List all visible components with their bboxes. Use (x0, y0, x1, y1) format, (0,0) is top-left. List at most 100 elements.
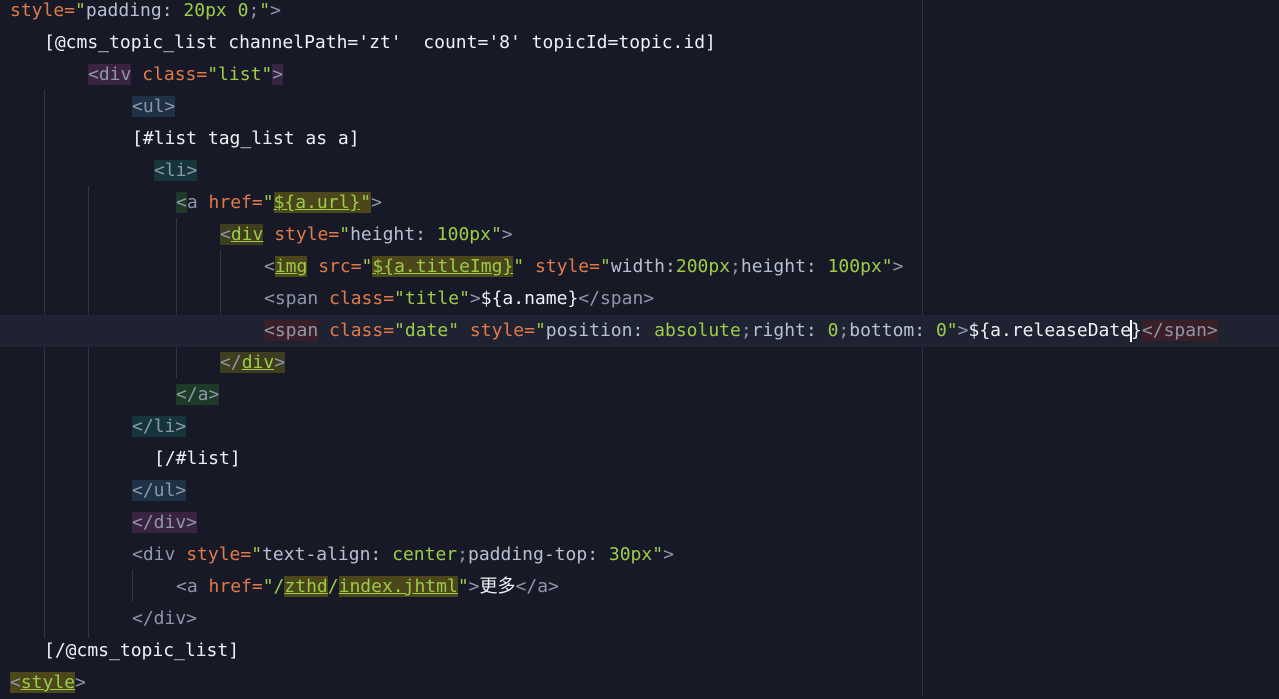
code-line-content: </ul> (132, 475, 187, 507)
code-token: ; (740, 320, 752, 341)
code-line-content: [/#list] (154, 443, 241, 475)
code-token: > (468, 576, 480, 597)
code-token: height: (350, 224, 437, 245)
code-line[interactable]: <img src="${a.titleImg}" style="width:20… (0, 251, 1279, 283)
code-token: 0 (827, 320, 839, 341)
code-token: class= (318, 288, 395, 309)
code-token: "list" (207, 64, 273, 85)
code-line[interactable]: <span class="title">${a.name}</span> (0, 283, 1279, 315)
code-line[interactable]: <ul> (0, 91, 1279, 123)
code-token: < (10, 672, 21, 693)
code-token: width: (610, 256, 676, 277)
code-line[interactable]: [/@cms_topic_list] (0, 635, 1279, 667)
code-token: <span (264, 320, 319, 341)
code-token: div (230, 224, 264, 245)
code-token: index.jhtml (338, 576, 458, 597)
code-token: } (1131, 320, 1142, 341)
code-line[interactable]: <span class="date" style="position: abso… (0, 315, 1279, 347)
code-token: <li> (154, 160, 198, 181)
code-line-content: <a href="/zthd/index.jhtml">更多</a> (176, 571, 559, 603)
code-token: " (490, 224, 502, 245)
code-line[interactable]: </div> (0, 603, 1279, 635)
code-line-content: [#list tag_list as a] (132, 123, 360, 155)
code-token: "date" (394, 320, 460, 341)
code-token: padding-top: (467, 544, 609, 565)
code-line-content: </a> (176, 379, 220, 411)
code-token: > (469, 288, 481, 309)
code-token: right: (751, 320, 828, 341)
code-line-content: <img src="${a.titleImg}" style="width:20… (264, 251, 903, 283)
code-token: " (339, 224, 351, 245)
code-token: > (270, 0, 281, 21)
code-line[interactable]: <div style="text-align: center;padding-t… (0, 539, 1279, 571)
code-token: > (371, 192, 382, 213)
code-token: 100px (436, 224, 491, 245)
code-token: "/ (262, 576, 285, 597)
code-token: img (274, 256, 308, 277)
code-line[interactable]: </div> (0, 347, 1279, 379)
code-line[interactable]: <style> (0, 667, 1279, 699)
code-line[interactable]: <div class="list"> (0, 59, 1279, 91)
code-token: " (360, 192, 372, 213)
code-token: bottom: (849, 320, 936, 341)
code-token: href= (197, 192, 263, 213)
code-token: class= (131, 64, 208, 85)
code-token: ${a.url} (273, 192, 361, 213)
code-token: [@cms_topic_list channelPath='zt' count=… (44, 32, 716, 53)
code-line-content: </div> (132, 507, 198, 539)
code-token: "title" (394, 288, 470, 309)
code-token: > (274, 352, 286, 373)
code-line[interactable]: [@cms_topic_list channelPath='zt' count=… (0, 27, 1279, 59)
code-line-content: <ul> (132, 91, 176, 123)
code-token: > (892, 256, 904, 277)
code-line-content: </div> (220, 347, 286, 379)
code-line[interactable]: </a> (0, 379, 1279, 411)
code-token: <ul> (132, 96, 176, 117)
code-token: [/#list] (154, 448, 241, 469)
code-token: > (501, 224, 513, 245)
code-token: " (652, 544, 664, 565)
code-token: ${a.name} (480, 288, 579, 309)
code-token: href= (197, 576, 263, 597)
code-line[interactable]: </div> (0, 507, 1279, 539)
code-line[interactable]: [/#list] (0, 443, 1279, 475)
code-token: style= (263, 224, 340, 245)
code-token: </a> (515, 576, 559, 597)
code-line-content: style="padding: 20px 0;"> (10, 0, 281, 27)
code-token: </a> (176, 384, 220, 405)
code-token: </div> (132, 512, 198, 533)
code-token: </span> (578, 288, 655, 309)
code-token: style= (10, 0, 76, 21)
code-line-content: <div style="text-align: center;padding-t… (132, 539, 674, 571)
code-line-content: <div style="height: 100px"> (220, 219, 513, 251)
code-line[interactable]: [#list tag_list as a] (0, 123, 1279, 155)
code-line[interactable]: <a href="${a.url}"> (0, 187, 1279, 219)
code-line-content: <li> (154, 155, 198, 187)
code-token: [/@cms_topic_list] (44, 640, 240, 661)
code-line[interactable]: </ul> (0, 475, 1279, 507)
code-token: " (361, 256, 373, 277)
code-line[interactable]: </li> (0, 411, 1279, 443)
code-token: > (663, 544, 674, 565)
code-editor[interactable]: style="padding: 20px 0;"> [@cms_topic_lis… (0, 0, 1279, 697)
code-token: 100px (827, 256, 882, 277)
code-token: <span (264, 288, 319, 309)
code-line[interactable]: <li> (0, 155, 1279, 187)
code-token: ; (838, 320, 850, 341)
code-token: <div (88, 64, 132, 85)
code-token: ; (730, 256, 741, 277)
code-line[interactable]: <a href="/zthd/index.jhtml">更多</a> (0, 571, 1279, 603)
code-token: " (599, 256, 611, 277)
code-line[interactable]: <div style="height: 100px"> (0, 219, 1279, 251)
code-token: 30px (608, 544, 653, 565)
code-line[interactable]: style="padding: 20px 0;"> (0, 0, 1279, 27)
code-token: height: (740, 256, 828, 277)
code-token: " (75, 0, 86, 21)
code-token: src= (307, 256, 362, 277)
code-token: " (534, 320, 546, 341)
code-token: > (75, 672, 86, 693)
code-token: 200px (675, 256, 731, 277)
code-token: 0 (935, 320, 947, 341)
code-token: [#list tag_list as a] (132, 128, 360, 149)
code-token: > (957, 320, 969, 341)
